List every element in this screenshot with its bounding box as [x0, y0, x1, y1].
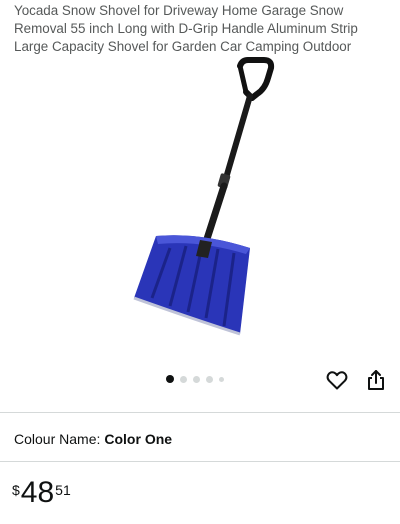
- share-icon[interactable]: [364, 368, 388, 392]
- price-symbol: $: [12, 482, 20, 498]
- divider: [0, 461, 400, 462]
- carousel-dot[interactable]: [166, 375, 174, 383]
- product-image[interactable]: [0, 56, 400, 356]
- product-title: Yocada Snow Shovel for Driveway Home Gar…: [14, 3, 358, 54]
- divider: [0, 412, 400, 413]
- carousel-dot[interactable]: [180, 375, 187, 383]
- carousel-dots[interactable]: [166, 375, 224, 383]
- price: $ 48 51: [12, 476, 71, 510]
- colour-selector[interactable]: Colour Name: Color One: [14, 430, 172, 448]
- snow-shovel-image: [133, 57, 275, 336]
- price-fraction: 51: [55, 482, 71, 498]
- carousel-dot[interactable]: [206, 375, 213, 383]
- carousel-dot[interactable]: [193, 375, 200, 383]
- heart-icon[interactable]: [325, 368, 349, 392]
- price-whole: 48: [20, 476, 55, 509]
- colour-label: Colour Name:: [14, 431, 101, 447]
- colour-value: Color One: [104, 431, 173, 447]
- carousel-dot[interactable]: [219, 376, 224, 382]
